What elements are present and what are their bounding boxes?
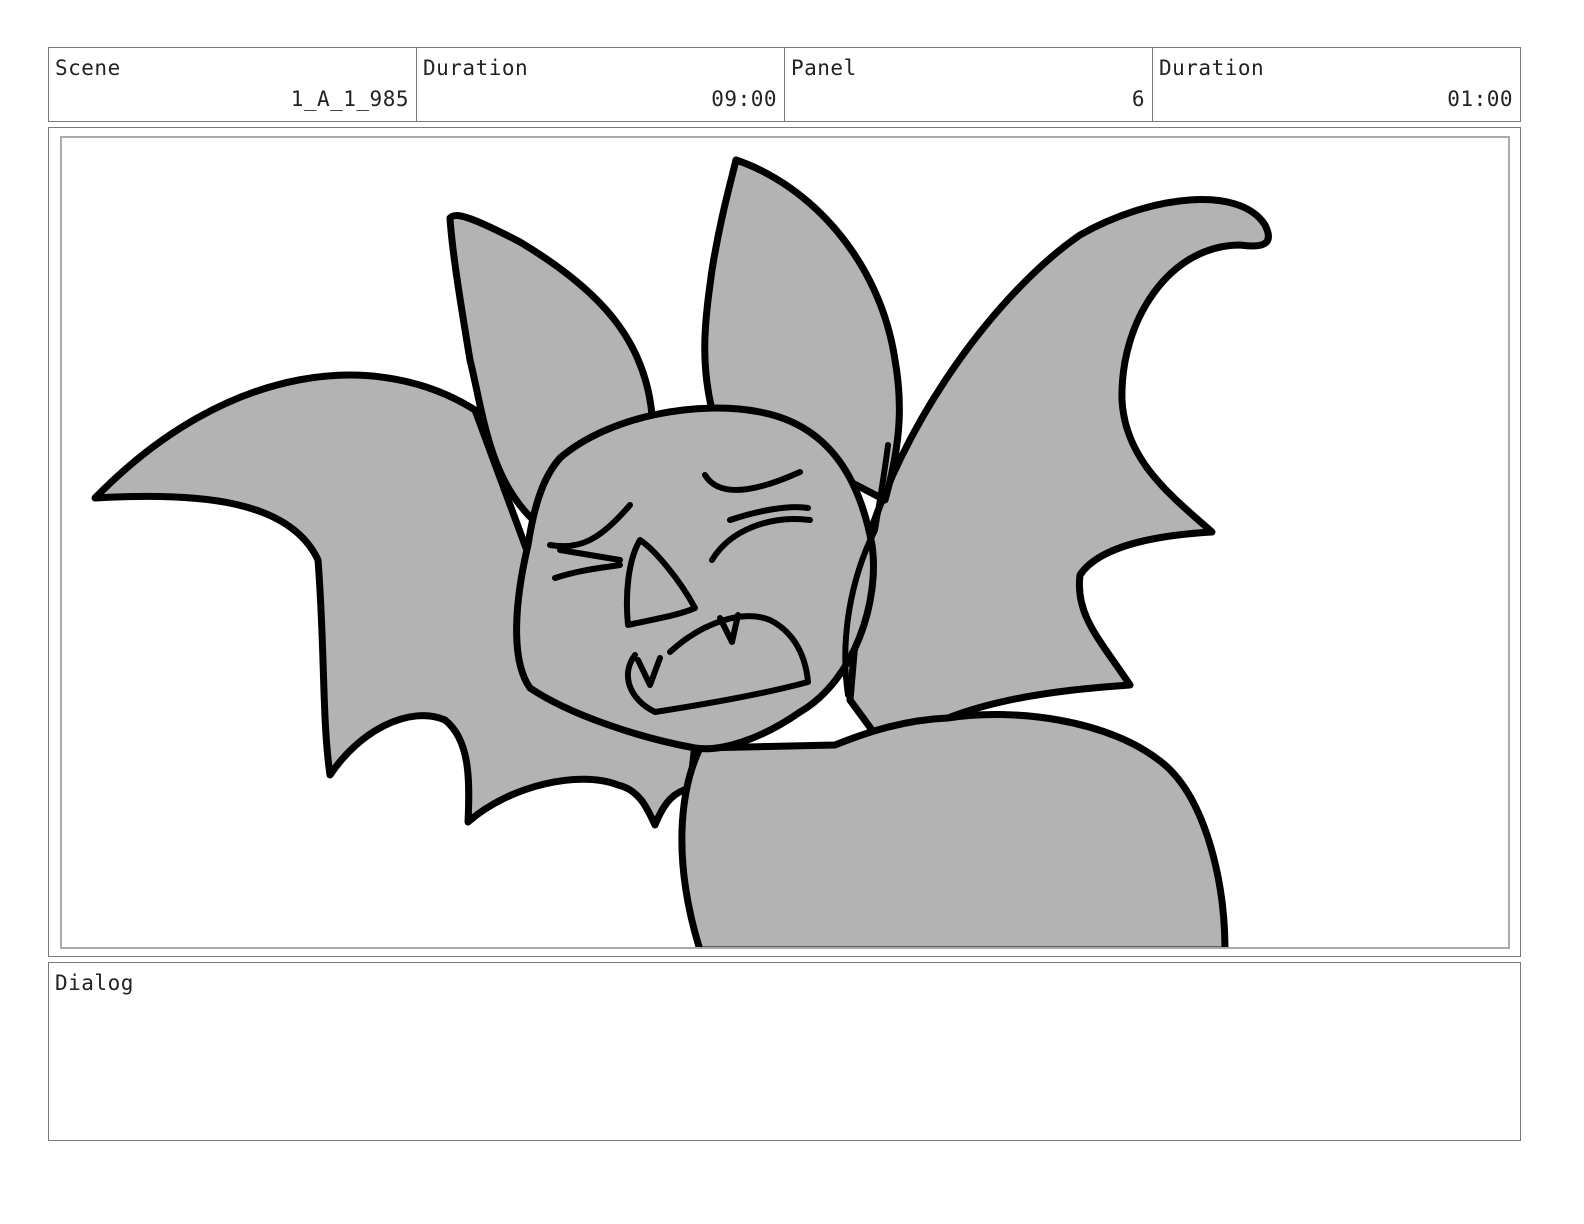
bat-body: [678, 711, 1229, 947]
panel-cell: Panel 6: [785, 48, 1153, 121]
bat-illustration: [91, 156, 1272, 947]
scene-duration-label: Duration: [423, 56, 529, 80]
panel-duration-label: Duration: [1159, 56, 1265, 80]
scene-value: 1_A_1_985: [290, 87, 409, 111]
panel-value: 6: [1131, 87, 1145, 111]
scene-label: Scene: [55, 56, 121, 80]
scene-cell: Scene 1_A_1_985: [49, 48, 417, 121]
right-wing: [846, 196, 1272, 756]
scene-duration-cell: Duration 09:00: [417, 48, 785, 121]
panel-label: Panel: [791, 56, 857, 80]
dialog-label: Dialog: [55, 971, 134, 995]
panel-duration-cell: Duration 01:00: [1153, 48, 1520, 121]
dialog-box: Dialog: [48, 962, 1521, 1141]
panel-duration-value: 01:00: [1447, 87, 1513, 111]
bat-head: [513, 404, 877, 753]
drawing-area: [60, 136, 1510, 949]
storyboard-frame: [48, 127, 1521, 957]
scene-duration-value: 09:00: [711, 87, 777, 111]
panel-info-header: Scene 1_A_1_985 Duration 09:00 Panel 6 D…: [48, 47, 1521, 122]
